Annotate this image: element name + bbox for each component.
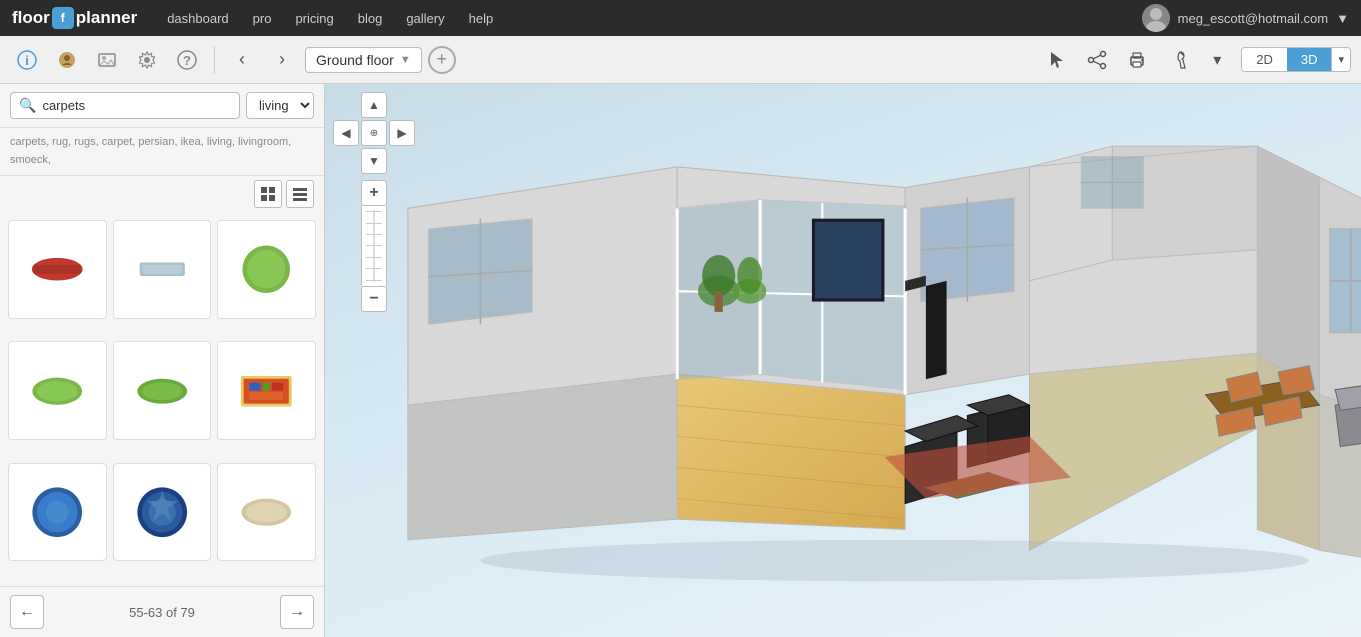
user-email: meg_escott@hotmail.com xyxy=(1178,11,1328,26)
tools-button[interactable] xyxy=(1161,44,1193,76)
nav-gallery[interactable]: gallery xyxy=(396,0,454,36)
prev-button[interactable]: ‹ xyxy=(225,43,259,77)
floor-name: Ground floor xyxy=(316,52,394,68)
search-bar: 🔍 living xyxy=(0,84,324,128)
list-view-button[interactable] xyxy=(286,180,314,208)
list-item[interactable] xyxy=(113,463,212,562)
zoom-out-button[interactable]: − xyxy=(361,286,387,312)
info-button[interactable]: i xyxy=(10,43,44,77)
logo-floor: floor xyxy=(12,8,50,28)
left-panel: 🔍 living carpets, rug, rugs, carpet, per… xyxy=(0,84,325,637)
user-dropdown-arrow: ▼ xyxy=(1336,11,1349,26)
floor-plan-3d xyxy=(325,84,1361,637)
help-button[interactable]: ? xyxy=(170,43,204,77)
floor-selector[interactable]: Ground floor ▼ xyxy=(305,47,422,73)
nav-pro[interactable]: pro xyxy=(243,0,282,36)
objects-button[interactable] xyxy=(50,43,84,77)
list-item[interactable] xyxy=(113,341,212,440)
list-item[interactable] xyxy=(8,341,107,440)
items-grid xyxy=(0,212,324,586)
main-toolbar: i ? ‹ › Ground floor ▼ + ▾ xyxy=(0,36,1361,84)
tag-cloud: carpets, rug, rugs, carpet, persian, ike… xyxy=(0,128,324,176)
add-floor-button[interactable]: + xyxy=(428,46,456,74)
user-menu[interactable]: meg_escott@hotmail.com ▼ xyxy=(1142,4,1349,32)
next-button[interactable]: › xyxy=(265,43,299,77)
zoom-controls: + − xyxy=(361,180,387,312)
top-navigation: floor f planner dashboard pro pricing bl… xyxy=(0,0,1361,36)
next-page-button[interactable]: → xyxy=(280,595,314,629)
share-button[interactable] xyxy=(1081,44,1113,76)
pan-left-button[interactable]: ◀ xyxy=(333,120,359,146)
pan-right-button[interactable]: ▶ xyxy=(389,120,415,146)
nav-help[interactable]: help xyxy=(459,0,504,36)
toolbar-right: ▾ 2D 3D ▾ xyxy=(1041,44,1351,76)
svg-text:i: i xyxy=(25,53,29,68)
print-button[interactable] xyxy=(1121,44,1153,76)
nav-blog[interactable]: blog xyxy=(348,0,393,36)
category-select[interactable]: living xyxy=(246,92,314,119)
view-2d-button[interactable]: 2D xyxy=(1242,48,1287,71)
settings-wheel-button[interactable] xyxy=(130,43,164,77)
cursor-tool[interactable] xyxy=(1041,44,1073,76)
page-info: 55-63 of 79 xyxy=(129,605,195,620)
pan-up-button[interactable]: ▲ xyxy=(361,92,387,118)
pagination: ← 55-63 of 79 → xyxy=(0,586,324,637)
svg-text:?: ? xyxy=(183,53,191,68)
zoom-in-button[interactable]: + xyxy=(361,180,387,206)
toolbar-divider-1 xyxy=(214,46,215,74)
images-button[interactable] xyxy=(90,43,124,77)
nav-pricing[interactable]: pricing xyxy=(285,0,343,36)
main-area: 🔍 living carpets, rug, rugs, carpet, per… xyxy=(0,84,1361,637)
logo[interactable]: floor f planner xyxy=(12,7,137,29)
zoom-slider[interactable] xyxy=(361,206,387,286)
list-item[interactable] xyxy=(8,463,107,562)
list-item[interactable] xyxy=(217,220,316,319)
navigation-controls: ▲ ◀ ⊕ ▶ ▼ + xyxy=(333,92,415,312)
view-dropdown-button[interactable]: ▾ xyxy=(1331,48,1350,71)
search-input-wrap[interactable]: 🔍 xyxy=(10,92,240,119)
nav-dashboard[interactable]: dashboard xyxy=(157,0,238,36)
canvas-area[interactable]: ▲ ◀ ⊕ ▶ ▼ + xyxy=(325,84,1361,637)
view-3d-button[interactable]: 3D xyxy=(1287,48,1332,71)
more-button[interactable]: ▾ xyxy=(1201,44,1233,76)
logo-icon: f xyxy=(52,7,74,29)
pan-down-button[interactable]: ▼ xyxy=(361,148,387,174)
view-mode-bar xyxy=(0,176,324,212)
pan-center-button[interactable]: ⊕ xyxy=(361,120,387,146)
logo-planner: planner xyxy=(76,8,137,28)
search-input[interactable] xyxy=(42,98,231,113)
grid-view-button[interactable] xyxy=(254,180,282,208)
list-item[interactable] xyxy=(113,220,212,319)
user-avatar xyxy=(1142,4,1170,32)
search-icon: 🔍 xyxy=(19,97,36,114)
list-item[interactable] xyxy=(217,463,316,562)
view-toggle: 2D 3D ▾ xyxy=(1241,47,1351,72)
floor-dropdown-arrow: ▼ xyxy=(400,54,411,66)
list-item[interactable] xyxy=(217,341,316,440)
prev-page-button[interactable]: ← xyxy=(10,595,44,629)
list-item[interactable] xyxy=(8,220,107,319)
